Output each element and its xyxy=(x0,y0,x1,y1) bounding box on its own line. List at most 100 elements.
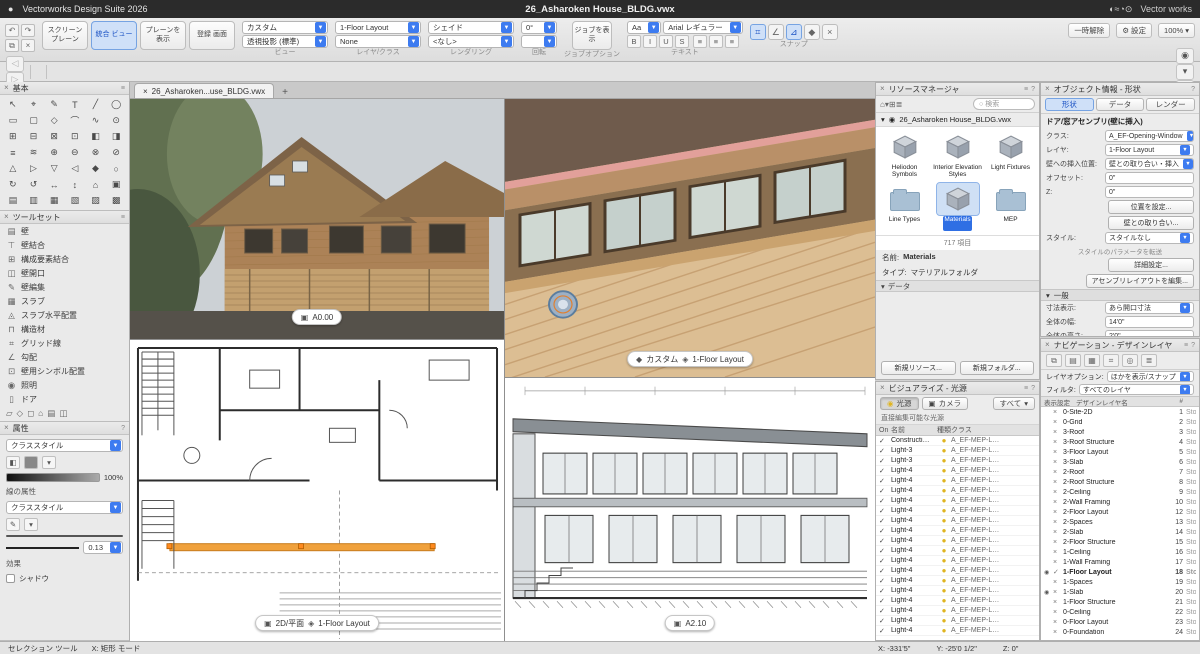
secondary-angle-field[interactable]: ▼ xyxy=(521,35,557,48)
text-format-button[interactable]: I xyxy=(643,35,657,48)
snap-toggle-icon[interactable]: ∠ xyxy=(768,24,784,40)
basic-tool-icon[interactable]: ⊖ xyxy=(65,145,85,160)
design-layer-row[interactable]: × 2-Slab 14 Sto xyxy=(1041,527,1199,537)
check-icon[interactable]: ✓ xyxy=(879,597,891,605)
basic-tool-icon[interactable]: ⊕ xyxy=(44,145,64,160)
check-icon[interactable]: ✓ xyxy=(879,577,891,585)
visibility-mark[interactable]: × xyxy=(1053,519,1063,526)
design-layer-row[interactable]: × 3-Roof 3 Sto xyxy=(1041,427,1199,437)
resource-toolbar-icon[interactable]: ≣ xyxy=(896,100,903,109)
toolset-item[interactable]: ▦ スラブ xyxy=(0,294,129,308)
check-icon[interactable]: ✓ xyxy=(879,627,891,635)
disclosure-icon[interactable]: ▾ xyxy=(1046,291,1050,300)
design-layer-row[interactable]: × 2-Spaces 13 Sto xyxy=(1041,517,1199,527)
design-layer-row[interactable]: × 2-Floor Structure 15 Sto xyxy=(1041,537,1199,547)
basic-tool-icon[interactable]: ⊠ xyxy=(44,129,64,144)
basic-tool-icon[interactable]: ▤ xyxy=(3,193,23,208)
fill-pattern-icon[interactable]: ▾ xyxy=(42,456,56,469)
close-icon[interactable]: × xyxy=(1045,85,1050,93)
resource-file-row[interactable]: ▾ ◉ 26_Asharoken House_BLDG.vwx xyxy=(876,113,1039,127)
toolbar-mode-button[interactable]: スクリーン プレーン xyxy=(42,21,88,50)
design-layer-row[interactable]: × 0-Floor Layout 23 Sto xyxy=(1041,617,1199,627)
view-mode-pill[interactable]: ◆ カスタム ◈ 1-Floor Layout xyxy=(627,351,753,367)
visibility-mark[interactable]: × xyxy=(1053,509,1063,516)
check-icon[interactable]: ✓ xyxy=(879,607,891,615)
visibility-mark[interactable]: × xyxy=(1053,429,1063,436)
field-value[interactable]: 0"▼ xyxy=(1105,172,1194,184)
light-row[interactable]: ✓ Light-4 ● A_EF-MEP-L… xyxy=(876,506,1039,516)
lights-filter-select[interactable]: すべて▾ xyxy=(993,397,1035,410)
line-color-swatch[interactable] xyxy=(6,535,123,537)
resource-item[interactable]: Materials xyxy=(932,183,983,231)
toolset-footer-icon[interactable]: ▤ xyxy=(47,408,55,419)
help-icon[interactable]: ? xyxy=(1031,385,1035,392)
design-layer-row[interactable]: × 0-Ceiling 22 Sto xyxy=(1041,607,1199,617)
basic-tool-icon[interactable]: ↕ xyxy=(65,177,85,192)
basic-tool-icon[interactable]: ⊘ xyxy=(106,145,126,160)
toolset-footer-icon[interactable]: ▱ xyxy=(6,408,13,419)
objinfo-tab[interactable]: データ xyxy=(1096,98,1145,111)
field-value[interactable]: あら開口寸法▼ xyxy=(1105,302,1194,314)
font-family-select[interactable]: Arial レギュラー▼ xyxy=(663,21,743,34)
basic-tool-icon[interactable]: ▽ xyxy=(44,161,64,176)
check-icon[interactable]: ✓ xyxy=(879,487,891,495)
new-tab-button[interactable]: + xyxy=(278,87,292,98)
toolset-item[interactable]: ◬ スラブ水平配置 xyxy=(0,308,129,322)
rotation-angle-field[interactable]: 0°▼ xyxy=(521,21,557,34)
toolbar-icon[interactable]: × xyxy=(21,39,35,52)
basic-tool-icon[interactable]: △ xyxy=(3,161,23,176)
column-number[interactable]: # xyxy=(1169,398,1183,405)
check-icon[interactable]: ✓ xyxy=(879,447,891,455)
objinfo-tab[interactable]: レンダー xyxy=(1146,98,1195,111)
design-layer-row[interactable]: × 2-Roof Structure 8 Sto xyxy=(1041,477,1199,487)
visibility-mark[interactable]: × xyxy=(1053,469,1063,476)
plan-view-pill[interactable]: ▣ 2D/平面 ◈ 1-Floor Layout xyxy=(255,615,379,631)
eye-icon[interactable]: ◉ xyxy=(1044,589,1053,596)
resource-item[interactable]: Heliodon Symbols xyxy=(879,131,930,179)
basic-tool-icon[interactable]: ⌒ xyxy=(65,113,85,128)
design-layer-row[interactable]: × 2-Floor Layout 12 Sto xyxy=(1041,507,1199,517)
toolbar-icon[interactable]: ↷ xyxy=(21,24,35,37)
visibility-mark[interactable]: × xyxy=(1053,499,1063,506)
basic-tool-icon[interactable]: ∿ xyxy=(86,113,106,128)
text-format-button[interactable]: U xyxy=(659,35,673,48)
basic-tool-icon[interactable]: ≡ xyxy=(3,145,23,160)
new-folder-button[interactable]: 新規フォルダ... xyxy=(960,361,1035,375)
opacity-slider[interactable] xyxy=(6,473,100,482)
design-layer-row[interactable]: × 3-Slab 6 Sto xyxy=(1041,457,1199,467)
check-icon[interactable]: ✓ xyxy=(879,567,891,575)
design-layer-row[interactable]: × 3-Roof Structure 4 Sto xyxy=(1041,437,1199,447)
input-source-label[interactable]: Vector works xyxy=(1140,4,1192,14)
design-layer-row[interactable]: ◉ ✓ 1-Floor Layout 18 Sto xyxy=(1041,567,1199,577)
close-icon[interactable]: × xyxy=(1045,341,1050,349)
toolset-item[interactable]: ◫ 壁開口 xyxy=(0,266,129,280)
toolset-item[interactable]: ⊤ 壁結合 xyxy=(0,238,129,252)
visibility-mark[interactable]: × xyxy=(1053,409,1063,416)
light-row[interactable]: ✓ Light-4 ● A_EF-MEP-L… xyxy=(876,586,1039,596)
disclosure-icon[interactable]: ▾ xyxy=(881,115,885,124)
toolset-footer-icon[interactable]: ⌂ xyxy=(38,408,43,419)
menubar-status-icon[interactable]: ⊙ xyxy=(1125,4,1133,14)
close-icon[interactable]: × xyxy=(4,424,9,432)
app-name[interactable]: Vectorworks Design Suite 2026 xyxy=(22,4,147,14)
light-row[interactable]: ✓ Light-4 ● A_EF-MEP-L… xyxy=(876,626,1039,636)
light-row[interactable]: ✓ Light-4 ● A_EF-MEP-L… xyxy=(876,536,1039,546)
check-icon[interactable]: ✓ xyxy=(879,617,891,625)
fill-bucket-icon[interactable]: ◧ xyxy=(6,456,20,469)
document-tab[interactable]: × 26_Asharoken...use_BLDG.vwx xyxy=(134,83,274,98)
light-row[interactable]: ✓ Light-4 ● A_EF-MEP-L… xyxy=(876,616,1039,626)
navigation-mode-icon[interactable]: ◎ xyxy=(1122,354,1138,367)
fill-color-swatch[interactable] xyxy=(24,456,38,469)
visibility-mark[interactable]: × xyxy=(1053,449,1063,456)
light-row[interactable]: ✓ Light-4 ● A_EF-MEP-L… xyxy=(876,486,1039,496)
toolset-item[interactable]: ∠ 勾配 xyxy=(0,350,129,364)
light-row[interactable]: ✓ Light-4 ● A_EF-MEP-L… xyxy=(876,546,1039,556)
basic-tool-icon[interactable]: ◁ xyxy=(65,161,85,176)
toolbar-mode-button[interactable]: プレーンを 表示 xyxy=(140,21,186,50)
visibility-mark[interactable]: × xyxy=(1053,439,1063,446)
light-row[interactable]: ✓ Light-4 ● A_EF-MEP-L… xyxy=(876,606,1039,616)
basic-tool-icon[interactable]: ⊞ xyxy=(3,129,23,144)
basic-tool-icon[interactable]: ◇ xyxy=(44,113,64,128)
resource-item[interactable]: Line Types xyxy=(879,183,930,231)
visibility-mark[interactable]: × xyxy=(1053,619,1063,626)
